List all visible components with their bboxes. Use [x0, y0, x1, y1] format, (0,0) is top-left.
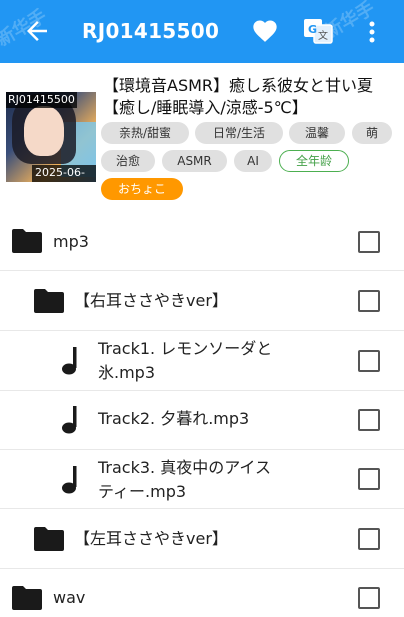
select-checkbox[interactable] — [358, 350, 380, 372]
file-name: Track2. 夕暮れ.mp3 — [98, 409, 250, 428]
folder-icon — [12, 586, 42, 610]
cover-code-badge: RJ01415500 — [6, 92, 77, 108]
tag-chip[interactable]: ASMR — [162, 150, 227, 172]
tag-chip[interactable]: 治愈 — [101, 150, 155, 172]
page-title: RJ01415500 — [82, 19, 220, 43]
file-name: Track3. 真夜中のアイス ティー.mp3 — [98, 458, 271, 501]
music-note-icon — [62, 406, 77, 434]
svg-text:文: 文 — [318, 29, 328, 42]
folder-icon — [34, 289, 64, 313]
work-title: 【環境音ASMR】癒し系彼女と甘い夏【癒し/睡眠導入/涼感-5℃】 — [103, 76, 374, 117]
select-checkbox[interactable] — [358, 231, 380, 253]
work-card[interactable]: RJ01415500 2025-06-22 【環境音ASMR】癒し系彼女と甘い夏… — [0, 63, 404, 214]
file-name: wav — [53, 588, 86, 607]
more-vert-icon[interactable] — [360, 18, 384, 46]
file-name: Track1. レモンソーダと 氷.mp3 — [98, 339, 273, 382]
file-row[interactable]: 【左耳ささやきver】 — [0, 509, 404, 569]
translate-icon[interactable]: G 文 — [302, 15, 334, 47]
select-checkbox[interactable] — [358, 409, 380, 431]
file-name: mp3 — [53, 232, 89, 251]
select-checkbox[interactable] — [358, 528, 380, 550]
tag-chip[interactable]: 萌 — [352, 122, 392, 144]
back-arrow-icon[interactable] — [22, 16, 52, 46]
file-row[interactable]: Track3. 真夜中のアイス ティー.mp3 — [0, 450, 404, 509]
file-row[interactable]: Track2. 夕暮れ.mp3 — [0, 391, 404, 450]
file-row[interactable]: mp3 — [0, 213, 404, 271]
file-name: 【右耳ささやきver】 — [74, 291, 228, 310]
select-checkbox[interactable] — [358, 468, 380, 490]
heart-icon[interactable] — [250, 17, 280, 45]
folder-icon — [12, 229, 42, 253]
file-row[interactable]: Track1. レモンソーダと 氷.mp3 — [0, 331, 404, 391]
age-rating-chip[interactable]: 全年龄 — [279, 150, 349, 172]
select-checkbox[interactable] — [358, 290, 380, 312]
tag-chip[interactable]: 亲热/甜蜜 — [101, 122, 189, 144]
app-bar: 新华手 新华手 RJ01415500 G 文 — [0, 0, 404, 63]
music-note-icon — [62, 347, 77, 375]
file-row[interactable]: 【右耳ささやきver】 — [0, 271, 404, 331]
tag-chip[interactable]: 温馨 — [289, 122, 345, 144]
file-name: 【左耳ささやきver】 — [74, 529, 228, 548]
music-note-icon — [62, 466, 77, 494]
tag-chip[interactable]: 日常/生活 — [195, 122, 283, 144]
file-row[interactable]: wav — [0, 569, 404, 617]
tag-chip[interactable]: AI — [234, 150, 272, 172]
cover-image[interactable]: RJ01415500 2025-06-22 — [6, 92, 96, 182]
svg-text:G: G — [308, 23, 317, 36]
folder-icon — [34, 527, 64, 551]
circle-chip[interactable]: おちょこ — [101, 178, 183, 200]
select-checkbox[interactable] — [358, 587, 380, 609]
cover-date-badge: 2025-06-22 — [32, 165, 96, 182]
